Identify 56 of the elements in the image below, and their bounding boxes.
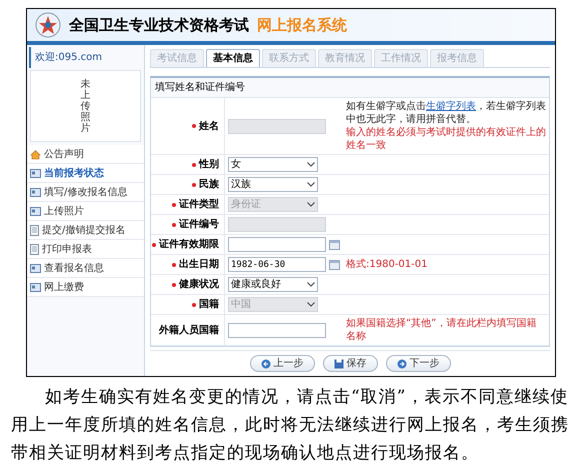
form-button[interactable]: 上一步	[250, 355, 314, 372]
house-icon	[30, 148, 41, 160]
field-label: 证件有效期限	[159, 238, 219, 252]
field-label: 出生日期	[179, 258, 219, 272]
document-icon	[30, 224, 39, 236]
input-field[interactable]	[228, 237, 326, 252]
field-label: 证件编号	[179, 218, 219, 232]
chevron-down-icon	[307, 162, 315, 167]
form-button[interactable]: 保存	[322, 355, 378, 372]
card-icon	[30, 206, 41, 216]
photo-placeholder-text: 未上传照片	[80, 78, 90, 134]
calendar-icon[interactable]	[329, 259, 340, 270]
chevron-down-icon	[307, 282, 315, 287]
field-label: 证件类型	[179, 198, 219, 212]
chevron-down-icon	[307, 202, 315, 207]
section-title: 填写姓名和证件编号	[151, 78, 549, 98]
form-button[interactable]: 下一步	[386, 355, 450, 372]
body-paragraph: 如考生确实有姓名变更的情况，请点击“取消”，表示不同意继续使用上一年度所填的姓名信息，此时将无法继续进行网上报名，考生须携带相关证明材料到考点指定的现场确认地点进行现场报名。	[11, 386, 570, 465]
card-icon	[30, 188, 41, 196]
card-icon	[30, 264, 41, 272]
sidebar-menu-item[interactable]: 公告声明	[27, 145, 144, 164]
tab[interactable]: 基本信息	[206, 49, 260, 67]
sidebar-menu-item[interactable]: 当前报考状态	[27, 164, 144, 183]
field-label: 姓名	[199, 120, 219, 134]
field-label: 性别	[199, 158, 219, 172]
input-field[interactable]	[228, 322, 326, 338]
card-icon	[30, 282, 41, 292]
sidebar-menu-item[interactable]: 查看报名信息	[27, 259, 144, 278]
card-icon	[30, 168, 41, 178]
field-label: 国籍	[199, 298, 219, 312]
warning-text: 输入的姓名必须与考试时提供的有效证件上的姓名一致	[346, 126, 546, 152]
document-icon	[30, 244, 39, 254]
warning-text: 如果国籍选择“其他”，请在此栏内填写国籍名称	[346, 317, 538, 343]
emblem-icon	[35, 12, 61, 38]
chevron-down-icon	[307, 182, 315, 187]
sidebar-menu-item[interactable]: 上传照片	[27, 202, 144, 221]
system-subtitle: 网上报名系统	[257, 14, 347, 36]
field-label: 健康状况	[179, 278, 219, 292]
warning-text: 格式:1980-01-01	[346, 258, 428, 271]
field-label: 民族	[199, 178, 219, 192]
dropdown[interactable]: 女	[228, 157, 318, 172]
forward-arrow-icon	[396, 358, 406, 368]
dropdown[interactable]: 健康或良好	[228, 277, 318, 292]
sidebar-menu-item[interactable]: 打印申报表	[27, 240, 144, 259]
back-arrow-icon	[260, 358, 270, 368]
sidebar-menu-item[interactable]: 提交/撤销提交报名	[27, 221, 144, 240]
dropdown[interactable]: 汉族	[228, 177, 318, 192]
sidebar-menu-item[interactable]: 填写/修改报名信息	[27, 183, 144, 202]
system-title: 全国卫生专业技术资格考试	[69, 14, 249, 36]
hint-text: 如有生僻字或点击生僻字列表，若生僻字列表中也无此字，请用拼音代替。	[346, 100, 546, 126]
calendar-icon[interactable]	[329, 239, 340, 250]
chevron-down-icon	[307, 302, 315, 307]
welcome-text: 欢迎:095.com	[29, 47, 142, 68]
sidebar-menu-item[interactable]: 网上缴费	[27, 278, 144, 297]
field-label: 外籍人员国籍	[159, 324, 219, 338]
input-field[interactable]: 1982-06-30	[228, 257, 326, 272]
